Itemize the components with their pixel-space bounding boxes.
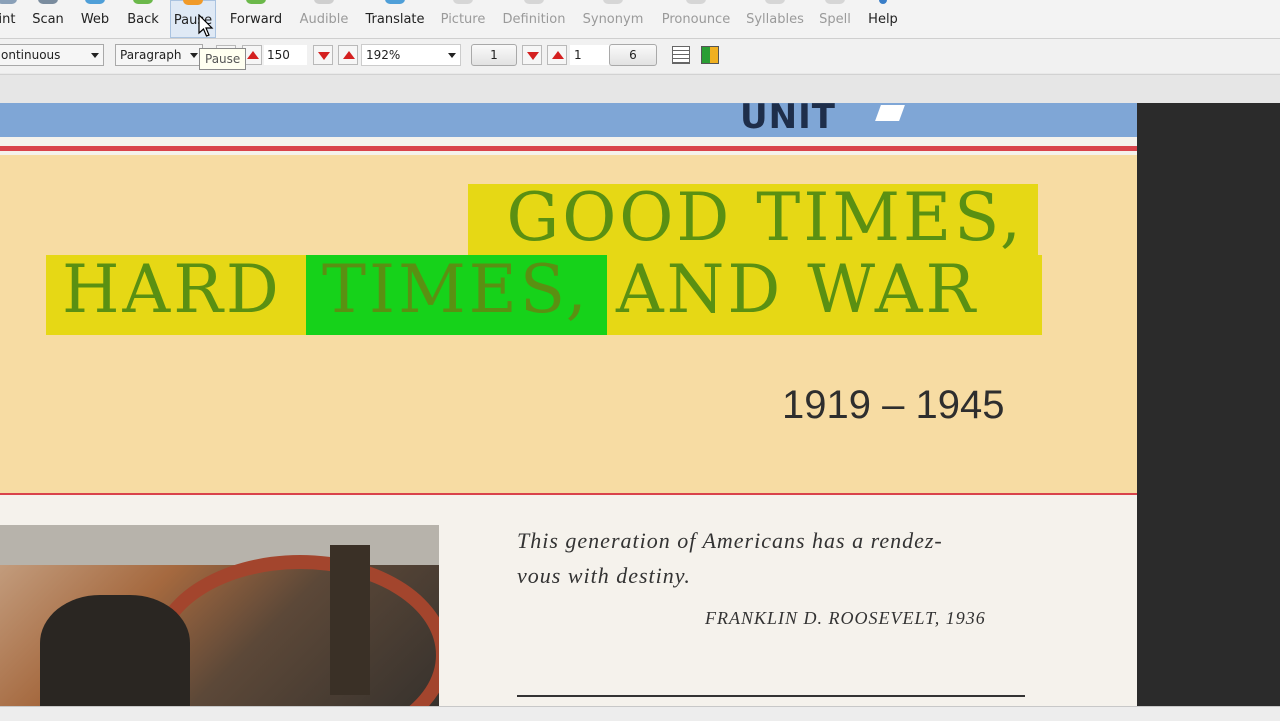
forward-icon bbox=[246, 0, 266, 4]
page-field[interactable]: 1 bbox=[471, 44, 517, 66]
chevron-down-icon bbox=[448, 53, 456, 58]
pronounce-button[interactable]: Pronounce bbox=[658, 0, 734, 38]
picture-icon bbox=[453, 0, 473, 4]
back-icon bbox=[133, 0, 153, 4]
scan-button[interactable]: Scan bbox=[28, 0, 68, 38]
definition-button[interactable]: Definition bbox=[500, 0, 568, 38]
unit-band: UNIT bbox=[0, 103, 1137, 137]
dark-side-panel bbox=[1137, 103, 1280, 706]
unit-label: UNIT bbox=[740, 103, 836, 137]
reading-mode-value: ontinuous bbox=[1, 48, 61, 62]
reading-unit-value: Paragraph bbox=[120, 48, 182, 62]
red-divider bbox=[0, 146, 1137, 151]
pronounce-label: Pronounce bbox=[661, 12, 731, 27]
scan-icon bbox=[38, 0, 58, 4]
audible-label: Audible bbox=[299, 12, 349, 27]
quote-text: This generation of Americans has a rende… bbox=[517, 523, 1027, 593]
synonym-button[interactable]: Synonym bbox=[580, 0, 646, 38]
arrow-down-icon bbox=[527, 52, 539, 60]
help-label: Help bbox=[868, 12, 898, 27]
translate-label: Translate bbox=[365, 12, 425, 27]
picture-button[interactable]: Picture bbox=[438, 0, 488, 38]
year-range: 1919 – 1945 bbox=[782, 383, 1005, 427]
worker-photo bbox=[0, 525, 439, 706]
help-button[interactable]: Help bbox=[864, 0, 902, 38]
syllables-button[interactable]: Syllables bbox=[744, 0, 806, 38]
help-icon bbox=[879, 0, 887, 4]
web-icon bbox=[85, 0, 105, 4]
zoom-select[interactable]: 192% bbox=[361, 44, 461, 66]
syllables-label: Syllables bbox=[746, 12, 804, 27]
definition-icon bbox=[524, 0, 544, 4]
back-label: Back bbox=[127, 12, 159, 27]
scan-label: Scan bbox=[32, 12, 64, 27]
status-bar bbox=[0, 706, 1280, 721]
document-view[interactable]: UNIT GOOD TIMES, HARD TIMES, AND WAR 191… bbox=[0, 103, 1137, 706]
horizontal-rule bbox=[517, 695, 1025, 697]
print-button[interactable]: int bbox=[0, 0, 20, 38]
page-down-button[interactable] bbox=[522, 45, 542, 65]
quote-attribution: FRANKLIN D. ROOSEVELT, 1936 bbox=[705, 608, 986, 628]
quote-line-1: This generation of Americans has a rende… bbox=[517, 528, 943, 553]
pronounce-icon bbox=[686, 0, 706, 4]
zoom-value: 192% bbox=[366, 48, 401, 62]
ruler-strip bbox=[0, 74, 1280, 103]
spell-label: Spell bbox=[819, 12, 851, 27]
red-divider bbox=[0, 493, 1137, 495]
page-total-field: 6 bbox=[609, 44, 657, 66]
spell-button[interactable]: Spell bbox=[814, 0, 856, 38]
print-label: int bbox=[0, 12, 16, 27]
page-current-field[interactable]: 1 bbox=[570, 45, 610, 65]
audible-button[interactable]: Audible bbox=[296, 0, 352, 38]
picture-label: Picture bbox=[440, 12, 486, 27]
back-button[interactable]: Back bbox=[123, 0, 163, 38]
synonym-icon bbox=[603, 0, 623, 4]
translate-button[interactable]: Translate bbox=[364, 0, 426, 38]
reading-unit-select[interactable]: Paragraph bbox=[115, 44, 203, 66]
arrow-up-icon bbox=[247, 51, 259, 59]
audible-icon bbox=[314, 0, 334, 4]
flag-shape bbox=[875, 105, 905, 121]
pause-tooltip: Pause bbox=[199, 48, 247, 70]
pause-icon bbox=[183, 0, 203, 5]
web-label: Web bbox=[80, 12, 110, 27]
zoom-in-button[interactable] bbox=[338, 45, 358, 65]
forward-label: Forward bbox=[229, 12, 283, 27]
arrow-down-icon bbox=[318, 52, 330, 60]
title-panel: GOOD TIMES, HARD TIMES, AND WAR 1919 – 1… bbox=[0, 155, 1137, 493]
arrow-up-icon bbox=[343, 51, 355, 59]
zoom-out-button[interactable] bbox=[313, 45, 333, 65]
reading-mode-select[interactable]: ontinuous bbox=[0, 44, 104, 66]
spell-icon bbox=[825, 0, 845, 4]
layout-icon[interactable] bbox=[672, 46, 690, 64]
definition-label: Definition bbox=[502, 12, 566, 27]
syllables-icon bbox=[765, 0, 785, 4]
forward-button[interactable]: Forward bbox=[226, 0, 286, 38]
speed-field[interactable]: 150 bbox=[264, 45, 307, 65]
page-up-button[interactable] bbox=[547, 45, 567, 65]
color-settings-icon[interactable] bbox=[701, 46, 719, 64]
arrow-up-icon bbox=[552, 51, 564, 59]
quote-line-2: vous with destiny. bbox=[517, 563, 691, 588]
title-line-1: GOOD TIMES, bbox=[506, 179, 1024, 256]
chevron-down-icon bbox=[190, 53, 198, 58]
translate-icon bbox=[385, 0, 405, 4]
title-line-2a: HARD bbox=[62, 251, 282, 328]
mouse-cursor-icon bbox=[198, 14, 214, 37]
title-line-2c: AND WAR bbox=[616, 251, 979, 328]
web-button[interactable]: Web bbox=[76, 0, 114, 38]
chevron-down-icon bbox=[91, 53, 99, 58]
title-line-2b: TIMES, bbox=[322, 251, 590, 328]
main-menubar: int Scan Web Back Pause Forward Audible … bbox=[0, 0, 1280, 39]
synonym-label: Synonym bbox=[582, 12, 644, 27]
print-icon bbox=[0, 0, 17, 4]
